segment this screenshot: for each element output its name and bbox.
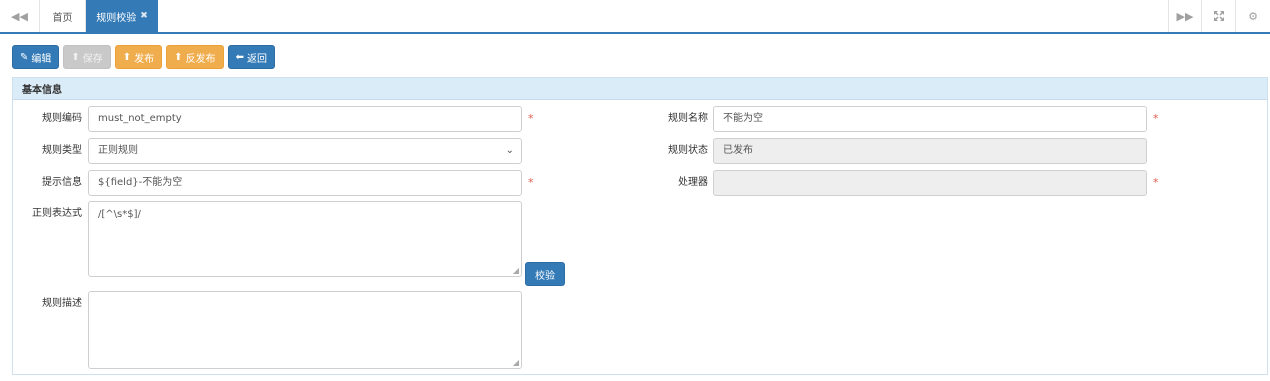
required-mark: * (528, 176, 534, 189)
scroll-tabs-right-button[interactable]: ▶▶ (1168, 0, 1201, 32)
rule-status-label: 规则状态 (668, 145, 708, 156)
required-mark: * (1153, 112, 1159, 125)
regex-textarea[interactable]: /[^\s*$]/ ◢ (88, 201, 522, 277)
upload-icon: ⬆ (71, 51, 80, 63)
tab-bar: ◀◀ 首页 规则校验 ✖ ▶▶ ⚙ (0, 0, 1270, 34)
rule-status-input: 已发布 (713, 138, 1147, 164)
settings-button[interactable]: ⚙ (1235, 0, 1270, 32)
panel-title: 基本信息 (13, 78, 1267, 100)
upload-icon: ⬆ (174, 51, 183, 63)
publish-button-label: 发布 (134, 53, 155, 65)
action-toolbar: ✎ 编辑 ⬆ 保存 ⬆ 发布 ⬆ 反发布 ⬅ 返回 (12, 45, 275, 69)
message-input[interactable]: ${field}-不能为空 (88, 170, 522, 196)
required-mark: * (528, 112, 534, 125)
regex-value: /[^\s*$]/ (98, 209, 141, 220)
chevron-down-icon: ⌄ (505, 145, 514, 156)
unpublish-button[interactable]: ⬆ 反发布 (166, 45, 224, 69)
double-chevron-right-icon: ▶▶ (1176, 9, 1194, 23)
unpublish-button-label: 反发布 (185, 53, 216, 65)
description-label: 规则描述 (42, 298, 82, 309)
required-mark: * (1153, 176, 1159, 189)
fullscreen-button[interactable] (1201, 0, 1235, 32)
gear-icon: ⚙ (1248, 9, 1258, 23)
back-button-label: 返回 (246, 53, 267, 65)
rule-name-label: 规则名称 (668, 113, 708, 124)
handler-input (713, 170, 1147, 196)
fullscreen-icon (1213, 11, 1224, 21)
rule-code-label: 规则编码 (42, 113, 82, 124)
tab-rule-check[interactable]: 规则校验 ✖ (86, 0, 158, 32)
tab-home-label: 首页 (52, 12, 73, 24)
handler-label: 处理器 (678, 177, 708, 188)
rule-name-input[interactable]: 不能为空 (713, 106, 1147, 132)
description-textarea[interactable]: ◢ (88, 291, 522, 369)
resize-grip-icon[interactable]: ◢ (513, 359, 519, 367)
back-button[interactable]: ⬅ 返回 (227, 45, 275, 69)
arrow-left-icon: ⬅ (235, 51, 244, 63)
tab-rule-check-label: 规则校验 (96, 12, 137, 24)
verify-button[interactable]: 校验 (525, 262, 565, 286)
message-label: 提示信息 (42, 177, 82, 188)
close-icon[interactable]: ✖ (140, 11, 148, 21)
edit-button[interactable]: ✎ 编辑 (12, 45, 60, 69)
rule-type-value: 正则规则 (98, 145, 138, 156)
tab-home[interactable]: 首页 (40, 0, 86, 32)
save-button-label: 保存 (82, 53, 103, 65)
rule-type-label: 规则类型 (42, 145, 82, 156)
rule-type-select[interactable]: 正则规则 ⌄ (88, 138, 522, 164)
edit-icon: ✎ (20, 51, 29, 63)
double-chevron-left-icon: ◀◀ (11, 9, 28, 23)
regex-label: 正则表达式 (32, 208, 82, 219)
scroll-tabs-left-button[interactable]: ◀◀ (0, 0, 40, 32)
rule-code-input[interactable]: must_not_empty (88, 106, 522, 132)
save-button[interactable]: ⬆ 保存 (63, 45, 111, 69)
upload-icon: ⬆ (122, 51, 132, 63)
publish-button[interactable]: ⬆ 发布 (114, 45, 163, 69)
edit-button-label: 编辑 (31, 53, 52, 65)
resize-grip-icon[interactable]: ◢ (513, 267, 519, 275)
